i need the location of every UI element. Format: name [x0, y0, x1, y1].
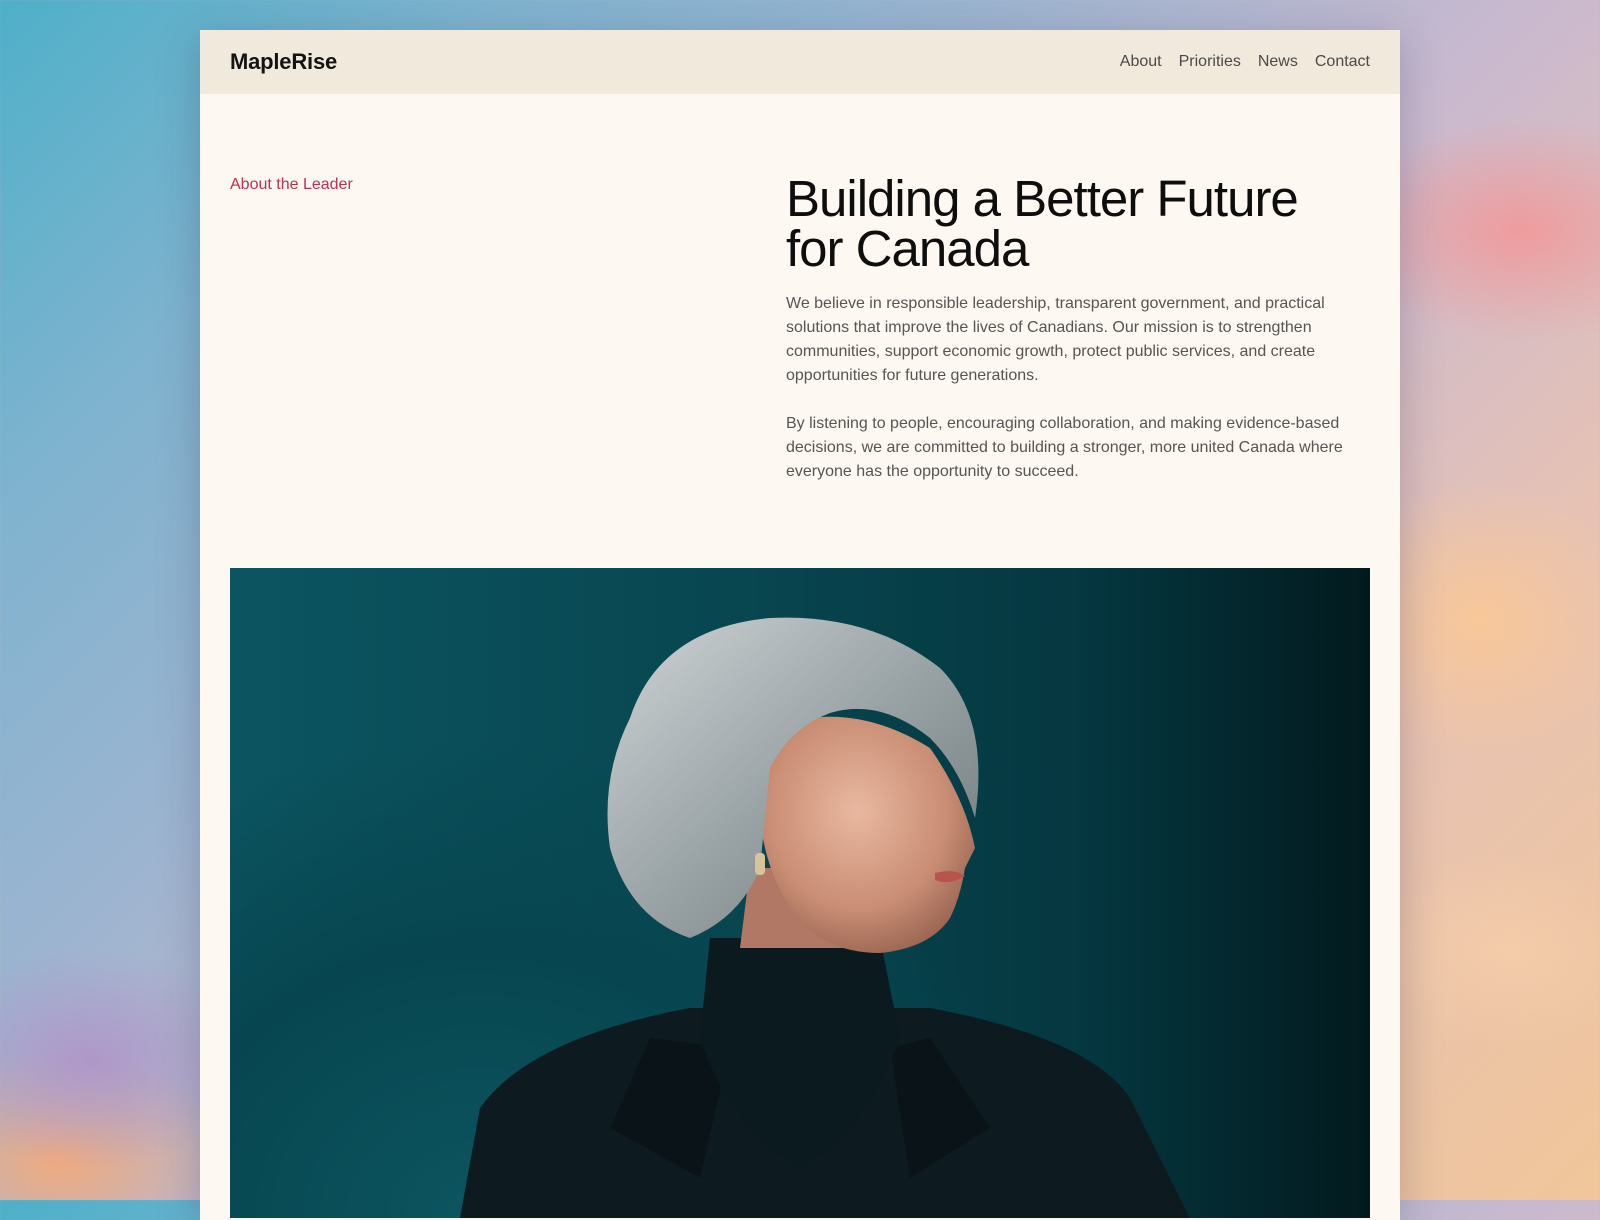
about-section: About the Leader Building a Better Futur… [200, 94, 1400, 569]
brand-logo[interactable]: MapleRise [230, 49, 337, 75]
main-nav: About Priorities News Contact [1120, 53, 1370, 71]
nav-link-about[interactable]: About [1120, 53, 1162, 71]
commitment-paragraph: By listening to people, encouraging coll… [786, 415, 1343, 480]
title-line-2: for Canada [786, 220, 1029, 277]
intro-paragraph: We believe in responsible leadership, tr… [786, 295, 1325, 384]
page-card: MapleRise About Priorities News Contact … [200, 30, 1400, 1220]
top-navbar: MapleRise About Priorities News Contact [200, 30, 1400, 94]
title-line-1: Building a Better Future [786, 170, 1299, 227]
earring-shape [755, 853, 765, 875]
hero-content: Building a Better Future for Canada We b… [786, 173, 1366, 484]
nav-link-contact[interactable]: Contact [1315, 53, 1370, 71]
section-eyebrow: About the Leader [230, 176, 353, 193]
nav-link-news[interactable]: News [1258, 53, 1298, 71]
leader-portrait [230, 568, 1370, 1218]
portrait-illustration [460, 617, 1190, 1218]
nav-link-priorities[interactable]: Priorities [1179, 53, 1241, 71]
page-title: Building a Better Future for Canada [786, 173, 1366, 277]
